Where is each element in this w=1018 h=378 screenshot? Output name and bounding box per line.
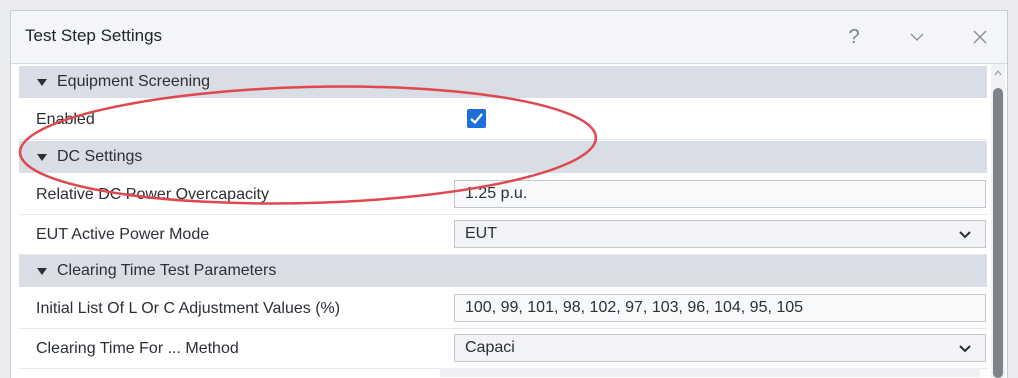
chevron-down-icon	[37, 153, 47, 161]
section-label: Clearing Time Test Parameters	[57, 262, 277, 279]
chevron-down-icon	[37, 267, 47, 275]
property-row-clearing-method: Clearing Time For ... Method Capaci	[19, 328, 987, 369]
help-icon: ?	[848, 25, 860, 48]
property-label: Relative DC Power Overcapacity	[36, 186, 269, 203]
select-value: EUT	[465, 225, 497, 242]
scrollbar-thumb[interactable]	[993, 88, 1003, 378]
smudge-overlay	[440, 368, 980, 377]
collapse-button[interactable]	[900, 21, 934, 53]
dialog-title: Test Step Settings	[25, 26, 163, 45]
adjustment-values-input[interactable]: 100, 99, 101, 98, 102, 97, 103, 96, 104,…	[454, 294, 986, 322]
section-label: DC Settings	[57, 148, 143, 165]
section-label: Equipment Screening	[57, 73, 210, 90]
chevron-down-icon	[959, 231, 971, 239]
section-equipment-screening[interactable]: Equipment Screening	[19, 66, 987, 98]
enabled-checkbox[interactable]	[467, 109, 486, 128]
section-clearing-time[interactable]: Clearing Time Test Parameters	[19, 255, 987, 287]
property-label: Clearing Time For ... Method	[36, 340, 239, 357]
title-bar: Test Step Settings ?	[11, 11, 1007, 64]
section-dc-settings[interactable]: DC Settings	[19, 141, 987, 173]
select-value: Capaci	[465, 339, 515, 356]
property-row-dc-overcapacity: Relative DC Power Overcapacity 1.25 p.u.	[19, 174, 987, 215]
property-label: Enabled	[36, 111, 95, 128]
dc-overcapacity-input[interactable]: 1.25 p.u.	[454, 180, 986, 208]
property-row-enabled: Enabled	[19, 99, 987, 140]
property-label: Initial List Of L Or C Adjustment Values…	[36, 300, 341, 317]
clearing-method-select[interactable]: Capaci	[454, 334, 986, 362]
help-button[interactable]: ?	[837, 21, 871, 53]
close-icon	[973, 30, 987, 44]
chevron-up-icon[interactable]	[994, 70, 1002, 76]
settings-dialog: Test Step Settings ? Equipment Screening…	[10, 10, 1008, 378]
vertical-scrollbar[interactable]	[991, 64, 1005, 378]
property-row-adjustment-values: Initial List Of L Or C Adjustment Values…	[19, 288, 987, 329]
properties-panel: Equipment Screening Enabled DC Settings …	[11, 64, 989, 378]
active-power-mode-select[interactable]: EUT	[454, 220, 986, 248]
chevron-down-icon	[910, 33, 924, 41]
property-row-active-power-mode: EUT Active Power Mode EUT	[19, 214, 987, 255]
property-label: EUT Active Power Mode	[36, 226, 210, 243]
chevron-down-icon	[959, 345, 971, 353]
chevron-down-icon	[37, 78, 47, 86]
checkmark-icon	[470, 113, 483, 124]
close-button[interactable]	[963, 21, 997, 53]
